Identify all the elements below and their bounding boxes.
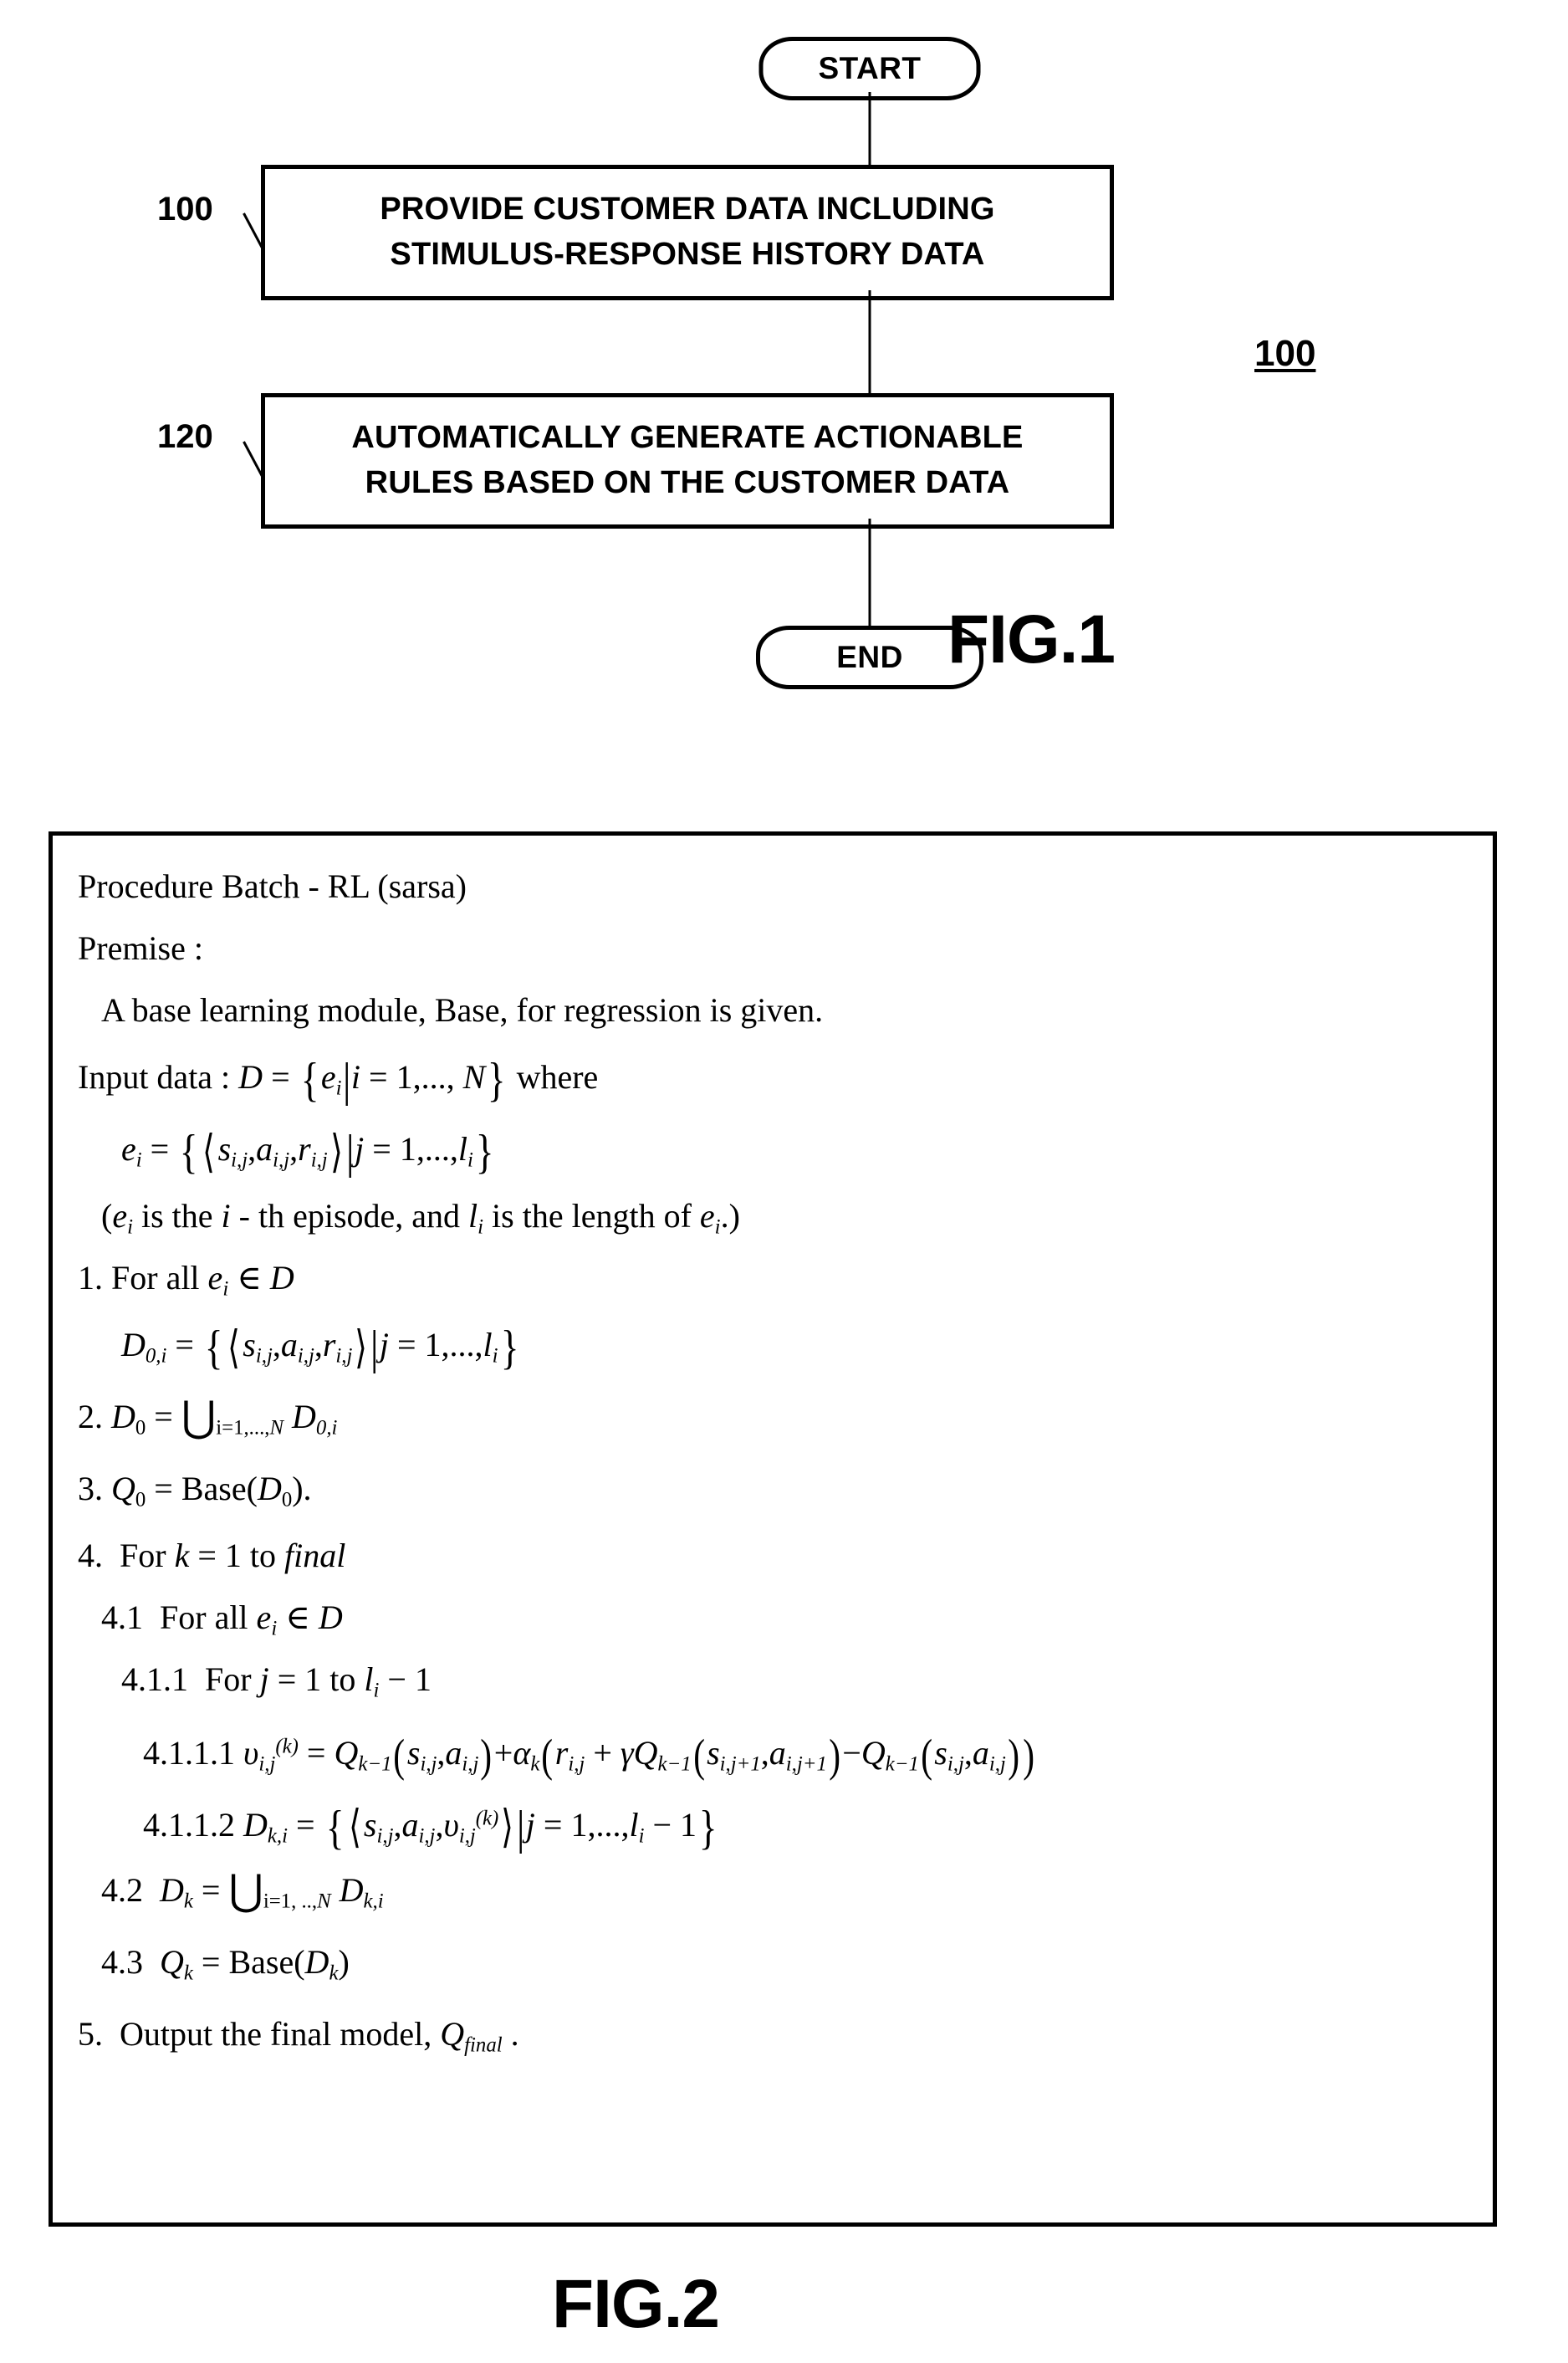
flowchart-step-generate-actionable-rules: AUTOMATICALLY GENERATE ACTIONABLE RULES … [261,393,1114,529]
input-data-expression: D = {ei|i = 1,..., N} where [230,1054,599,1107]
step-5-expression: 5. Output the final model, Qfinal . [78,2015,519,2057]
episode-definition-expression: ei = {⟨si,j,ai,j,ri,j⟩|j = 1,...,li} [121,1126,494,1179]
step-4-expression: 4. For k = 1 to final [78,1537,346,1574]
reference-numeral-120: 120 [157,418,213,455]
pseudocode-step-4-3: 4.3 Qk = Base(Dk) [78,1926,1468,1998]
reference-numeral-overall-method-100: 100 [1254,333,1316,374]
pseudocode-step-4-1: 4.1 For all ei ∈ D [78,1587,1468,1649]
step-120-line-2: RULES BASED ON THE CUSTOMER DATA [365,465,1010,500]
pseudocode-premise-text: A base learning module, Base, for regres… [78,979,1468,1041]
connector-step-120-to-end [868,519,871,629]
step-4-1-1-1-expression: 4.1.1.1 υi,j(k) = Qk−1(si,j,ai,j)+αk(ri,… [143,1729,1035,1781]
pseudocode-step-5: 5. Output the final model, Qfinal . [78,1998,1468,2070]
premise-body-text: A base learning module, Base, for regres… [101,991,824,1029]
end-terminal-label: END [836,640,903,674]
step-3-expression: 3. Q0 = Base(D0). [78,1470,312,1511]
connector-step-100-to-step-120 [868,290,871,396]
pseudocode-episode-note: (ei is the i - th episode, and li is the… [78,1185,1468,1247]
pseudocode-premise-label: Premise : [78,918,1468,979]
step-4-1-expression: 4.1 For all ei ∈ D [101,1598,343,1640]
episode-note-expression: (ei is the i - th episode, and li is the… [101,1197,740,1239]
pseudocode-step-1-body: D0,i = {⟨si,j,ai,j,ri,j⟩|j = 1,...,li} [78,1309,1468,1381]
step-100-line-2: STIMULUS-RESPONSE HISTORY DATA [390,237,985,272]
pseudocode-step-4-1-1-2: 4.1.1.2 Dk,i = {⟨si,j,ai,j,υi,j(k)⟩|j = … [78,1782,1468,1854]
pseudocode-title-text: Procedure Batch - RL (sarsa) [78,867,467,905]
step-4-1-1-expression: 4.1.1 For j = 1 to li − 1 [121,1660,432,1702]
pseudocode-episode-definition: ei = {⟨si,j,ai,j,ri,j⟩|j = 1,...,li} [78,1113,1468,1185]
step-4-3-expression: 4.3 Qk = Base(Dk) [101,1943,350,1985]
pseudocode-step-4-1-1-1: 4.1.1.1 υi,j(k) = Qk−1(si,j,ai,j)+αk(ri,… [78,1711,1468,1782]
step-1-expression: 1. For all ei ∈ D [78,1259,294,1301]
step-1-body-expression: D0,i = {⟨si,j,ai,j,ri,j⟩|j = 1,...,li} [121,1322,519,1375]
flowchart-start-terminal: START [758,37,981,100]
connector-start-to-step-100 [868,92,871,167]
reference-numeral-100: 100 [157,191,213,228]
pseudocode-step-3: 3. Q0 = Base(D0). [78,1453,1468,1525]
step-4-1-1-2-expression: 4.1.1.2 Dk,i = {⟨si,j,ai,j,υi,j(k)⟩|j = … [143,1801,718,1854]
figure-1-caption: FIG.1 [947,601,1116,678]
figure-2-caption: FIG.2 [552,2266,720,2342]
pseudocode-input-data: Input data : D = {ei|i = 1,..., N} where [78,1041,1468,1113]
step-2-expression: 2. D0 = ⋃i=1,...,N D0,i [78,1394,338,1441]
step-120-line-1: AUTOMATICALLY GENERATE ACTIONABLE [351,420,1024,456]
pseudocode-step-4-1-1: 4.1.1 For j = 1 to li − 1 [78,1649,1468,1711]
step-4-2-expression: 4.2 Dk = ⋃i=1, ..,N Dk,i [101,1867,384,1915]
pseudocode-step-4-2: 4.2 Dk = ⋃i=1, ..,N Dk,i [78,1854,1468,1926]
figure-1: START 100 PROVIDE CUSTOMER DATA INCLUDIN… [0,0,1568,770]
pseudocode-step-2: 2. D0 = ⋃i=1,...,N D0,i [78,1381,1468,1453]
flowchart-step-provide-customer-data: PROVIDE CUSTOMER DATA INCLUDING STIMULUS… [261,165,1114,300]
pseudocode-listing-box: Procedure Batch - RL (sarsa) Premise : A… [49,831,1497,2227]
input-data-label: Input data : [78,1058,231,1096]
premise-label-text: Premise : [78,929,203,967]
pseudocode-step-4: 4. For k = 1 to final [78,1525,1468,1587]
start-terminal-label: START [818,51,922,85]
step-100-line-1: PROVIDE CUSTOMER DATA INCLUDING [380,192,995,228]
pseudocode-step-1: 1. For all ei ∈ D [78,1247,1468,1309]
pseudocode-title: Procedure Batch - RL (sarsa) [78,856,1468,918]
